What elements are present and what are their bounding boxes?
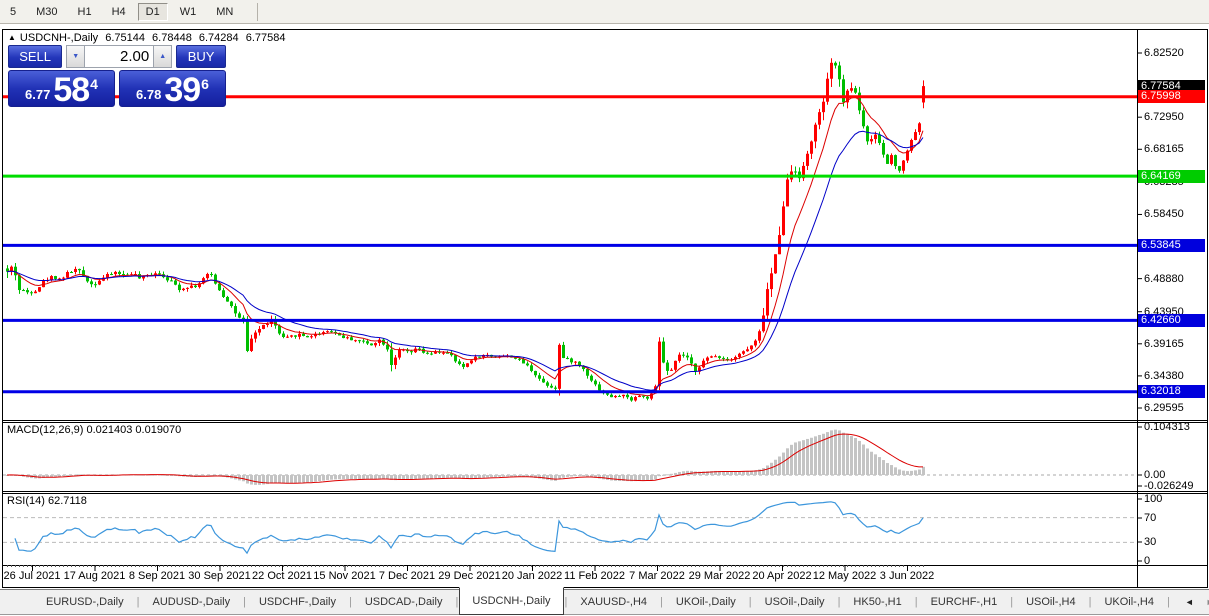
price-badge: 6.64169 xyxy=(1138,170,1205,183)
price-tick-label: 6.29595 xyxy=(1144,402,1184,414)
tab-separator: | xyxy=(565,596,568,608)
date-label: 11 Feb 2022 xyxy=(564,570,625,582)
buy-price-prefix: 6.78 xyxy=(136,87,161,102)
price-tick-label: 6.58450 xyxy=(1144,208,1184,220)
date-label: 29 Mar 2022 xyxy=(689,570,751,582)
high-value: 6.78448 xyxy=(152,32,192,44)
date-label: 7 Mar 2022 xyxy=(629,570,685,582)
symbol-period-label: USDCNH-,Daily xyxy=(20,32,98,44)
rsi-panel-label: RSI(14) 62.7118 xyxy=(7,495,87,507)
buy-button[interactable]: BUY xyxy=(176,45,226,68)
date-label: 29 Dec 2021 xyxy=(438,570,500,582)
buy-price-display[interactable]: 6.78 39 6 xyxy=(119,70,226,107)
tab-separator: | xyxy=(137,596,140,608)
rsi-line xyxy=(15,502,923,553)
one-click-quote-row: 6.77 58 4 6.78 39 6 xyxy=(8,70,226,107)
price-badge: 6.75998 xyxy=(1138,90,1205,103)
rsi-tick-label: 0 xyxy=(1144,555,1150,567)
macd-tick-label: -0.026249 xyxy=(1144,480,1194,492)
open-value: 6.75144 xyxy=(105,32,145,44)
volume-input[interactable]: 2.00 xyxy=(85,45,153,68)
price-badge: 6.42660 xyxy=(1138,314,1205,327)
chart-tab-ukoil-h4[interactable]: UKOil-,H4 xyxy=(1092,590,1166,614)
chart-tab-hk50-h1[interactable]: HK50-,H1 xyxy=(841,590,913,614)
price-tick-label: 6.39165 xyxy=(1144,338,1184,350)
tab-separator: | xyxy=(1089,596,1092,608)
tab-separator: | xyxy=(660,596,663,608)
date-label: 7 Dec 2021 xyxy=(379,570,435,582)
price-tick-label: 6.48880 xyxy=(1144,273,1184,285)
volume-stepper: ▼ 2.00 ▲ xyxy=(66,45,172,68)
window-frame xyxy=(2,29,1208,588)
tab-separator: | xyxy=(243,596,246,608)
volume-increase-button[interactable]: ▲ xyxy=(153,45,172,68)
buy-price-big: 39 xyxy=(164,76,200,104)
tab-separator: | xyxy=(838,596,841,608)
chart-tab-usdchf-daily[interactable]: USDCHF-,Daily xyxy=(247,590,348,614)
sell-price-pipette: 4 xyxy=(90,76,98,92)
collapse-panel-icon[interactable]: ▲ xyxy=(8,33,16,42)
down-arrow-icon: ▼ xyxy=(72,53,79,60)
macd-layer xyxy=(6,430,925,485)
sell-price-prefix: 6.77 xyxy=(25,87,50,102)
date-label: 20 Apr 2022 xyxy=(752,570,811,582)
tab-separator: | xyxy=(749,596,752,608)
price-tick-label: 6.72950 xyxy=(1144,111,1184,123)
macd-tick-label: 0.104313 xyxy=(1144,421,1190,433)
chart-tab-xauusd-h4[interactable]: XAUUSD-,H4 xyxy=(568,590,659,614)
chart-tab-audusd-daily[interactable]: AUDUSD-,Daily xyxy=(140,590,242,614)
rsi-tick-label: 70 xyxy=(1144,512,1156,524)
date-label: 12 May 2022 xyxy=(813,570,877,582)
macd-panel-label: MACD(12,26,9) 0.021403 0.019070 xyxy=(7,424,181,436)
price-tick-label: 6.68165 xyxy=(1144,143,1184,155)
sell-price-big: 58 xyxy=(53,76,89,104)
chart-tab-usoil-h4[interactable]: USOil-,H4 xyxy=(1014,590,1088,614)
one-click-top-row: SELL ▼ 2.00 ▲ BUY xyxy=(8,45,226,68)
close-value: 6.77584 xyxy=(246,32,286,44)
tab-separator: | xyxy=(1167,596,1170,608)
tab-separator: | xyxy=(1010,596,1013,608)
tab-separator: | xyxy=(349,596,352,608)
chart-tab-eurusd-daily[interactable]: EURUSD-,Daily xyxy=(34,590,136,614)
one-click-trading-panel: SELL ▼ 2.00 ▲ BUY 6.77 58 4 6.78 39 6 xyxy=(8,45,226,107)
date-label: 3 Jun 2022 xyxy=(880,570,934,582)
buy-price-pipette: 6 xyxy=(201,76,209,92)
volume-decrease-button[interactable]: ▼ xyxy=(66,45,85,68)
date-label: 26 Jul 2021 xyxy=(4,570,61,582)
price-tick-label: 6.34380 xyxy=(1144,370,1184,382)
chart-tab-ukoil-daily[interactable]: UKOil-,Daily xyxy=(664,590,748,614)
price-badge: 6.32018 xyxy=(1138,385,1205,398)
date-label: 17 Aug 2021 xyxy=(64,570,126,582)
chart-tab-usoil-daily[interactable]: USOil-,Daily xyxy=(753,590,837,614)
sell-price-display[interactable]: 6.77 58 4 xyxy=(8,70,115,107)
sell-button[interactable]: SELL xyxy=(8,45,62,68)
tab-separator: | xyxy=(455,596,458,608)
tab-bar: EURUSD-,Daily|AUDUSD-,Daily|USDCHF-,Dail… xyxy=(0,589,1209,615)
date-label: 15 Nov 2021 xyxy=(313,570,375,582)
tab-nav-left-icon[interactable]: ◄ xyxy=(1185,597,1194,607)
tab-separator: | xyxy=(915,596,918,608)
up-arrow-icon: ▲ xyxy=(159,53,166,60)
candles-layer xyxy=(6,58,925,402)
date-label: 8 Sep 2021 xyxy=(129,570,185,582)
date-label: 30 Sep 2021 xyxy=(188,570,250,582)
date-label: 22 Oct 2021 xyxy=(252,570,312,582)
trading-platform-window: 5M30H1H4D1W1MN ▲USDCNH-,Daily 6.75144 6.… xyxy=(0,0,1209,616)
price-tick-label: 6.82520 xyxy=(1144,47,1184,59)
low-value: 6.74284 xyxy=(199,32,239,44)
rsi-tick-label: 30 xyxy=(1144,536,1156,548)
price-badge: 6.53845 xyxy=(1138,239,1205,252)
date-label: 20 Jan 2022 xyxy=(502,570,563,582)
chart-tab-eurchf-h1[interactable]: EURCHF-,H1 xyxy=(919,590,1010,614)
tab-nav: ◄► xyxy=(1185,597,1209,607)
ohlc-header: ▲ USDCNH-,Daily 6.75144 6.78448 6.74284 6… xyxy=(8,32,289,44)
chart-tab-usdcnh-daily[interactable]: USDCNH-,Daily xyxy=(459,587,563,615)
chart-tab-usdcad-daily[interactable]: USDCAD-,Daily xyxy=(353,590,455,614)
rsi-tick-label: 100 xyxy=(1144,493,1162,505)
